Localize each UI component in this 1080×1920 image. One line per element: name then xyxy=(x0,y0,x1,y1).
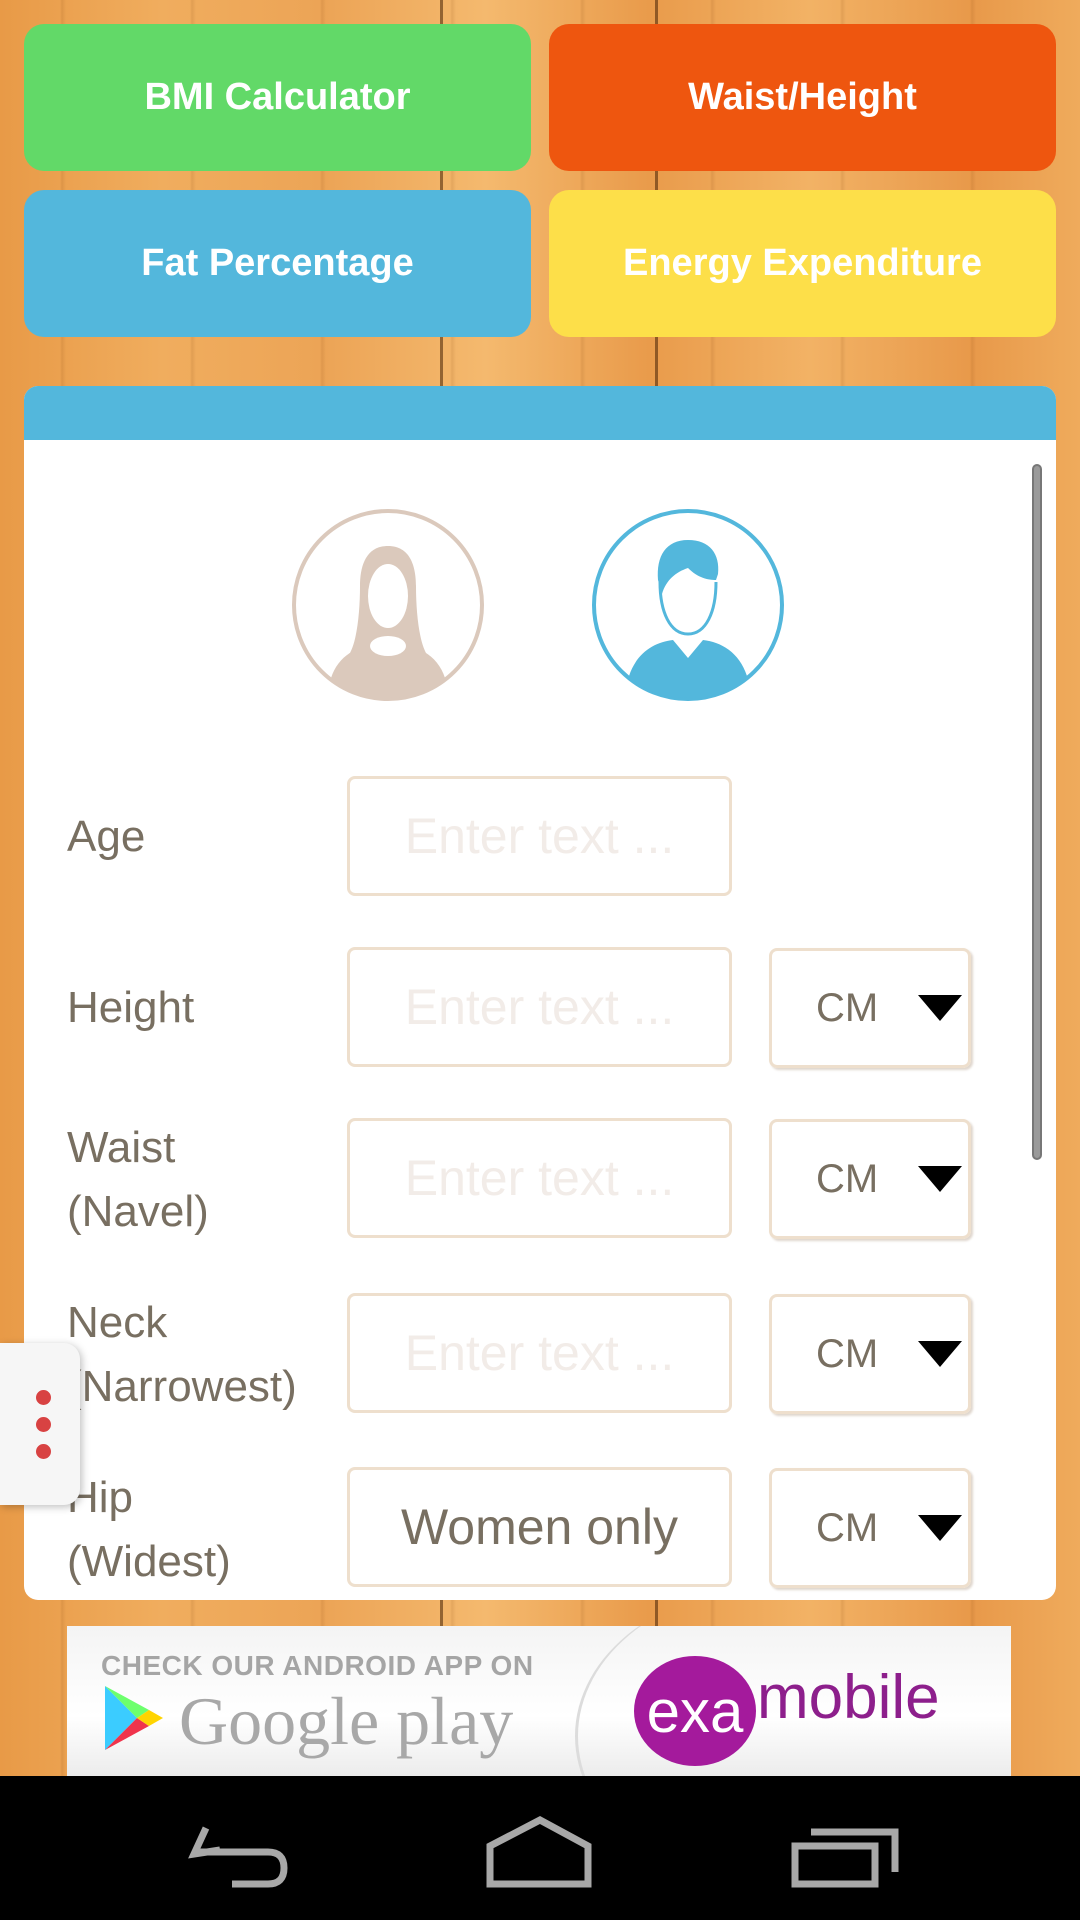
waist-height-button[interactable]: Waist/Height xyxy=(549,24,1056,171)
dropdown-arrow-icon xyxy=(918,1166,962,1192)
hip-label-line2: (Widest) xyxy=(67,1537,231,1586)
home-icon xyxy=(486,1816,592,1888)
height-input[interactable]: Enter text ... xyxy=(347,947,732,1067)
waist-unit-select[interactable]: CM xyxy=(769,1119,971,1239)
more-vert-icon xyxy=(36,1444,51,1459)
hip-label: Hip (Widest) xyxy=(67,1466,231,1594)
waist-unit-value: CM xyxy=(816,1156,879,1201)
energy-expenditure-button[interactable]: Energy Expenditure xyxy=(549,190,1056,337)
fat-percentage-label: Fat Percentage xyxy=(141,242,414,284)
hip-unit-value: CM xyxy=(816,1505,879,1550)
height-unit-value: CM xyxy=(816,985,879,1030)
neck-input[interactable]: Enter text ... xyxy=(347,1293,732,1413)
hip-unit-select[interactable]: CM xyxy=(769,1468,971,1588)
more-vert-icon xyxy=(36,1417,51,1432)
back-icon xyxy=(188,1826,288,1888)
neck-label: Neck (Narrowest) xyxy=(67,1291,297,1419)
dropdown-arrow-icon xyxy=(918,1341,962,1367)
age-placeholder: Enter text ... xyxy=(404,808,675,864)
age-label: Age xyxy=(67,805,145,869)
google-play-icon xyxy=(105,1686,163,1750)
female-icon xyxy=(292,509,484,701)
waist-placeholder: Enter text ... xyxy=(404,1150,675,1206)
waist-label: Waist (Navel) xyxy=(67,1116,209,1244)
ad-headline: CHECK OUR ANDROID APP ON xyxy=(101,1650,534,1681)
more-options-button[interactable] xyxy=(0,1343,80,1505)
neck-placeholder: Enter text ... xyxy=(404,1325,675,1381)
hip-label-line1: Hip xyxy=(67,1473,134,1522)
back-button[interactable] xyxy=(180,1806,300,1896)
dropdown-arrow-icon xyxy=(918,1515,962,1541)
age-label-text: Age xyxy=(67,812,146,861)
female-avatar-button[interactable] xyxy=(291,508,485,702)
ad-store-name: Google play xyxy=(179,1683,514,1759)
neck-label-line2: (Narrowest) xyxy=(67,1362,297,1411)
male-icon xyxy=(592,509,784,701)
waist-label-line1: Waist xyxy=(67,1123,176,1172)
neck-label-line1: Neck xyxy=(67,1298,168,1347)
bmi-calculator-label: BMI Calculator xyxy=(144,76,411,118)
ad-brand-logo: exa xyxy=(634,1656,756,1766)
neck-unit-select[interactable]: CM xyxy=(769,1294,971,1414)
ad-brand-text: mobile xyxy=(757,1663,940,1732)
waist-label-line2: (Navel) xyxy=(67,1187,209,1236)
energy-expenditure-label: Energy Expenditure xyxy=(623,242,982,284)
height-label: Height xyxy=(67,976,194,1040)
navigation-bar xyxy=(0,1776,1080,1920)
dropdown-arrow-icon xyxy=(918,995,962,1021)
recents-icon xyxy=(791,1828,899,1888)
male-avatar-button[interactable] xyxy=(591,508,785,702)
height-unit-select[interactable]: CM xyxy=(769,948,971,1068)
more-vert-icon xyxy=(36,1390,51,1405)
fat-percentage-button[interactable]: Fat Percentage xyxy=(24,190,531,337)
age-input[interactable]: Enter text ... xyxy=(347,776,732,896)
recents-button[interactable] xyxy=(785,1806,905,1896)
height-label-text: Height xyxy=(67,983,195,1032)
hip-input[interactable]: Women only xyxy=(347,1467,732,1587)
scrollbar[interactable] xyxy=(1032,464,1042,1160)
ad-banner[interactable]: CHECK OUR ANDROID APP ON Google play exa… xyxy=(67,1626,1011,1776)
height-placeholder: Enter text ... xyxy=(404,979,675,1035)
neck-unit-value: CM xyxy=(816,1331,879,1376)
bmi-calculator-button[interactable]: BMI Calculator xyxy=(24,24,531,171)
home-button[interactable] xyxy=(480,1806,600,1896)
waist-input[interactable]: Enter text ... xyxy=(347,1118,732,1238)
waist-height-label: Waist/Height xyxy=(688,76,917,118)
hip-value: Women only xyxy=(401,1499,678,1555)
card-header xyxy=(24,386,1056,440)
calculator-card: Age Enter text ... Height Enter text ...… xyxy=(24,386,1056,1600)
